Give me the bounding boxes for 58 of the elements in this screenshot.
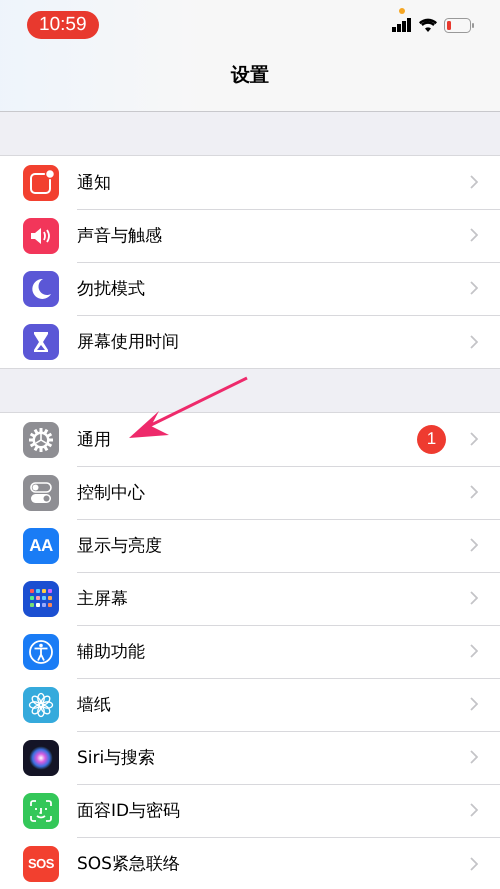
speaker-icon <box>23 218 59 254</box>
accessibility-icon <box>23 634 59 670</box>
row-label: 显示与亮度 <box>77 534 163 556</box>
row-label: 通用 <box>77 428 112 450</box>
settings-row[interactable]: 辅助功能 <box>0 625 500 678</box>
row-label: Siri与搜索 <box>77 746 156 768</box>
settings-row[interactable]: AA 显示与亮度 <box>0 519 500 572</box>
chevron-icon <box>470 175 478 189</box>
privacy-indicator-icon <box>399 8 405 14</box>
page-title: 设置 <box>231 62 269 88</box>
text-icon: SOS <box>23 846 59 882</box>
row-label: 勿扰模式 <box>77 278 146 300</box>
settings-row[interactable]: 勿扰模式 <box>0 262 500 315</box>
settings-row[interactable]: 主屏幕 <box>0 572 500 625</box>
settings-row[interactable]: 屏幕使用时间 <box>0 315 500 368</box>
chevron-icon <box>470 856 478 870</box>
chevron-icon <box>470 485 478 499</box>
notification-icon <box>23 164 59 200</box>
app-grid-icon <box>23 580 59 616</box>
face-scan-icon <box>23 792 59 828</box>
settings-row[interactable]: 通知 <box>0 156 500 209</box>
chevron-icon <box>470 697 478 711</box>
flower-icon <box>23 686 59 722</box>
chevron-icon <box>470 281 478 295</box>
settings-row[interactable]: 声音与触感 <box>0 209 500 262</box>
settings-row[interactable]: 面容ID与密码 <box>0 784 500 837</box>
row-label: 控制中心 <box>77 482 146 504</box>
signal-icon <box>392 18 412 32</box>
row-label: 声音与触感 <box>77 224 163 246</box>
chevron-icon <box>470 803 478 817</box>
chevron-icon <box>470 538 478 552</box>
toggles-icon <box>23 474 59 510</box>
notification-badge: 1 <box>417 424 446 454</box>
gear-icon <box>23 422 59 458</box>
battery-icon <box>444 18 474 32</box>
hourglass-icon <box>23 324 59 360</box>
row-label: 墙纸 <box>77 694 112 716</box>
chevron-icon <box>470 432 478 446</box>
row-label: 辅助功能 <box>77 640 146 662</box>
orb-icon <box>23 740 59 776</box>
settings-row[interactable]: 控制中心 <box>0 466 500 519</box>
status-time: 10:59 <box>27 11 99 39</box>
chevron-icon <box>470 228 478 242</box>
row-label: 主屏幕 <box>77 588 129 610</box>
wifi-icon <box>419 18 437 32</box>
row-label: SOS紧急联络 <box>77 853 181 875</box>
row-label: 面容ID与密码 <box>77 800 182 822</box>
moon-icon <box>23 270 59 306</box>
chevron-icon <box>470 644 478 658</box>
text-icon: AA <box>23 528 59 564</box>
settings-row[interactable]: 墙纸 <box>0 678 500 731</box>
chevron-icon <box>470 334 478 348</box>
chevron-icon <box>470 750 478 764</box>
settings-row[interactable]: SOS SOS紧急联络 <box>0 837 500 889</box>
row-label: 通知 <box>77 172 112 194</box>
row-label: 屏幕使用时间 <box>77 331 180 353</box>
chevron-icon <box>470 591 478 605</box>
settings-row[interactable]: Siri与搜索 <box>0 731 500 784</box>
